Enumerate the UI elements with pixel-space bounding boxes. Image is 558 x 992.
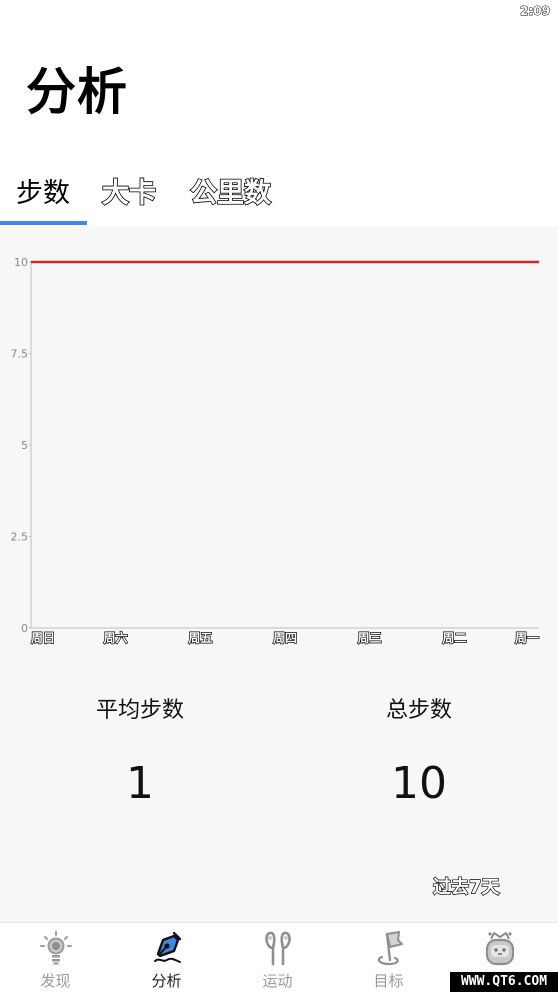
nav-label-exercise: 运动: [262, 972, 293, 990]
nav-item-discover[interactable]: 发现: [0, 923, 111, 992]
robot-icon: [485, 932, 514, 966]
y-tick-label: 5: [21, 439, 28, 452]
pen-nib-icon: [153, 931, 181, 963]
y-tick-label: 7.5: [11, 348, 29, 361]
earphones-icon: [264, 931, 291, 966]
nav-label-goals: 目标: [373, 972, 404, 990]
y-tick-label: 0: [21, 622, 28, 635]
total-steps-value: 10: [391, 758, 447, 809]
nav-label-analysis: 分析: [151, 972, 182, 990]
metric-tabs: 步数 大卡 公里数: [0, 172, 558, 226]
x-axis: 周日 周六 周五 周四 周三 周二 周一: [30, 627, 540, 646]
steps-chart: 0 2.5 5 7.5 10 周日 周六 周五 周四 周三 周二 周一: [0, 226, 558, 656]
x-tick-label: 周五: [188, 631, 212, 645]
page-title: 分析: [26, 63, 128, 121]
tab-kilometers[interactable]: 公里数: [189, 172, 272, 222]
watermark: WWW.QT6.COM: [450, 972, 558, 992]
tab-steps[interactable]: 步数: [16, 172, 70, 222]
tab-calories[interactable]: 大卡: [101, 172, 157, 222]
y-tick-label: 2.5: [11, 531, 29, 544]
nav-item-analysis[interactable]: 分析: [111, 923, 222, 992]
nav-item-goals[interactable]: 目标: [333, 923, 444, 992]
y-axis: 0 2.5 5 7.5 10: [11, 256, 32, 635]
status-time: 2:09: [520, 4, 551, 19]
time-range-selector[interactable]: 过去7天: [432, 873, 500, 899]
x-tick-label: 周三: [358, 631, 382, 645]
x-tick-label: 周四: [273, 631, 297, 645]
total-steps-stat: 总步数 10: [319, 692, 519, 809]
y-tick-label: 10: [14, 256, 28, 269]
average-steps-stat: 平均步数 1: [40, 692, 240, 809]
x-tick-label: 周二: [442, 631, 466, 645]
nav-item-exercise[interactable]: 运动: [222, 923, 333, 992]
active-tab-indicator: [0, 221, 87, 225]
x-tick-label: 周一: [515, 631, 539, 645]
total-steps-label: 总步数: [385, 698, 452, 723]
average-steps-value: 1: [126, 758, 154, 809]
average-steps-label: 平均步数: [95, 698, 184, 723]
lightbulb-icon: [39, 931, 72, 965]
chart-canvas: 0 2.5 5 7.5 10 周日 周六 周五 周四 周三 周二 周一: [11, 256, 540, 646]
flag-icon: [377, 931, 403, 966]
content-area: 0 2.5 5 7.5 10 周日 周六 周五 周四 周三 周二 周一 平均步数 1 总步数 1 0 …: [0, 226, 558, 922]
nav-label-discover: 发现: [40, 972, 71, 990]
x-tick-label: 周六: [104, 630, 128, 645]
x-tick-label: 周日: [31, 631, 55, 645]
